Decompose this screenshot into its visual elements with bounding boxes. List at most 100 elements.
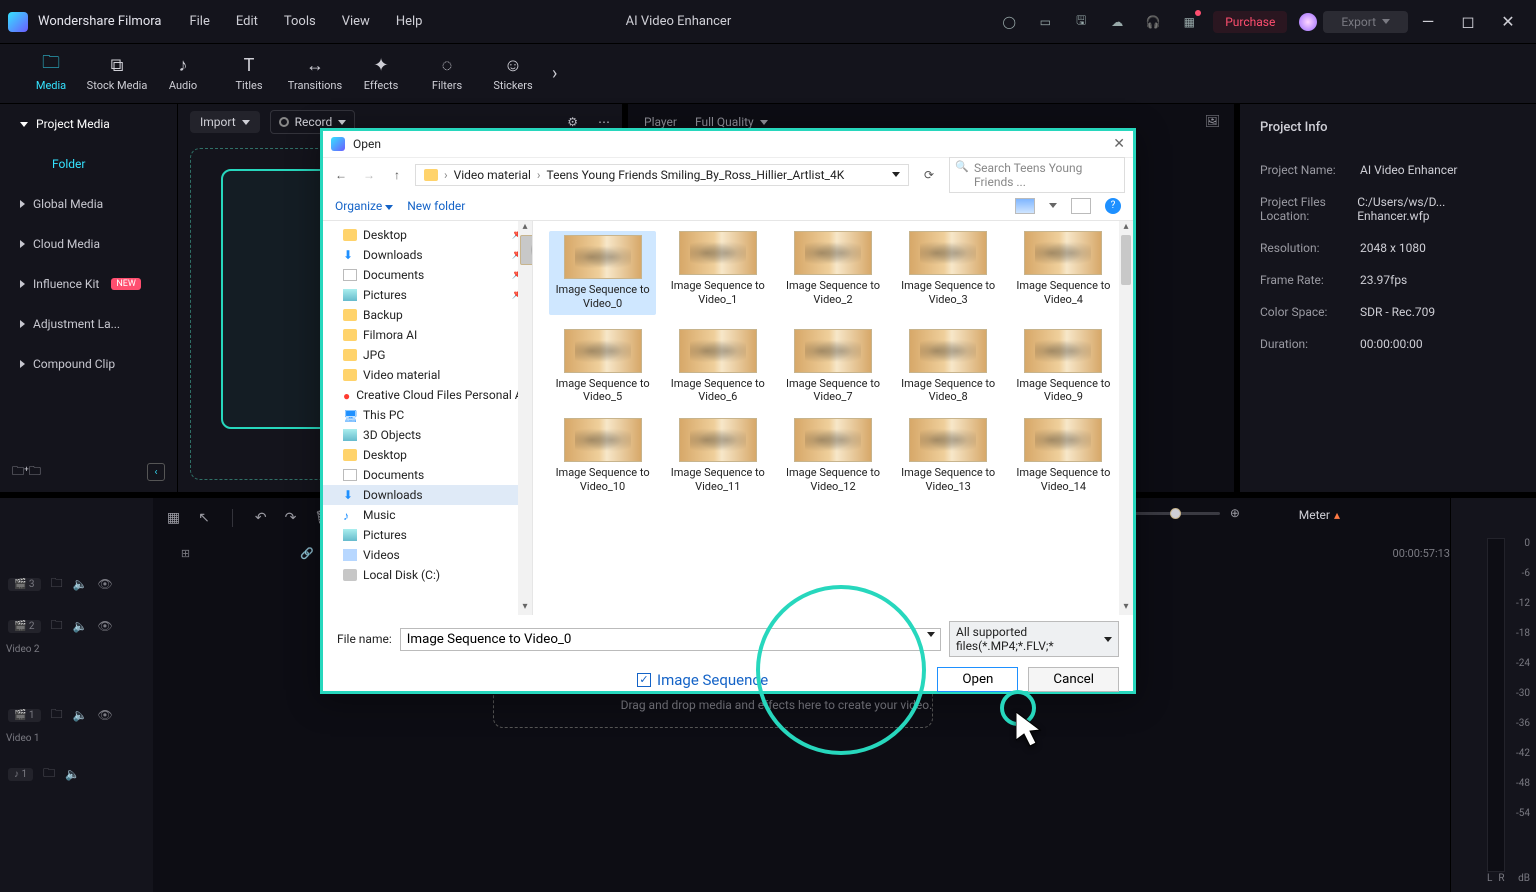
maximize-button[interactable]: ◻ [1448,0,1488,44]
tree-item[interactable]: ♪Music [323,505,532,525]
sidebar-item-adjustment-layer[interactable]: Adjustment La... [0,304,177,344]
files-scrollbar[interactable]: ▴▾ [1119,221,1133,615]
file-type-select[interactable]: All supported files(*.MP4;*.FLV;* [949,621,1119,657]
file-item[interactable]: Image Sequence to Video_11 [664,418,771,494]
tree-item[interactable]: Documents📌 [323,265,532,285]
tree-item[interactable]: Local Disk (C:) [323,565,532,585]
tab-filters[interactable]: ◌Filters [414,55,480,92]
tab-titles[interactable]: TTitles [216,55,282,92]
sidebar-item-global-media[interactable]: Global Media [0,184,177,224]
tab-audio[interactable]: ♪Audio [150,55,216,92]
tree-item[interactable]: JPG [323,345,532,365]
menu-edit[interactable]: Edit [236,14,258,29]
image-sequence-checkbox[interactable]: ✓Image Sequence [637,671,768,689]
import-button[interactable]: Import [190,111,260,133]
zoom-in-icon[interactable]: ⊕ [1230,506,1240,520]
file-name-input[interactable] [400,628,941,651]
new-bin-icon[interactable]: 🗀⁺ [12,462,29,483]
tl-redo-icon[interactable]: ↷ [285,510,297,526]
minimize-button[interactable]: — [1408,0,1448,44]
close-button[interactable]: ✕ [1488,0,1528,44]
menu-tools[interactable]: Tools [284,14,316,29]
open-button[interactable]: Open [937,667,1018,692]
track-head-a1[interactable]: ♪ 1🗀🔈 [0,758,153,790]
organize-menu[interactable]: Organize [335,199,393,213]
tree-item[interactable]: 3D Objects [323,425,532,445]
file-item[interactable]: Image Sequence to Video_6 [664,329,771,405]
tab-stock-media[interactable]: ⧉Stock Media [84,55,150,92]
save-icon[interactable]: 🖫 [1071,12,1091,32]
sidebar-item-project-media[interactable]: Project Media [0,104,177,144]
nav-back-icon[interactable]: ← [331,168,351,182]
tl-meter-label[interactable]: Meter [1299,508,1330,522]
tl-select-icon[interactable]: ↖ [198,510,210,526]
tree-item[interactable]: Pictures [323,525,532,545]
apps-icon[interactable]: ▦ [1179,12,1199,32]
nav-up-icon[interactable]: ↑ [387,168,407,182]
tl-add-track-icon[interactable]: ⊞ [181,547,190,560]
tab-media[interactable]: 🗀Media [18,55,84,92]
headset-icon[interactable]: 🎧 [1143,12,1163,32]
help-icon[interactable]: ? [1105,198,1121,214]
file-item[interactable]: Image Sequence to Video_5 [549,329,656,405]
layout-icon[interactable]: ▭ [1035,12,1055,32]
tree-scrollbar[interactable]: ▴▾ [518,221,532,615]
file-item[interactable]: Image Sequence to Video_0 [549,231,656,315]
collapse-sidebar-icon[interactable]: ‹ [147,463,165,481]
menu-view[interactable]: View [342,14,370,29]
nav-forward-icon[interactable]: → [359,168,379,182]
tree-item[interactable]: ⬇Downloads📌 [323,245,532,265]
tree-item[interactable]: Pictures📌 [323,285,532,305]
tl-link-icon[interactable]: 🔗 [300,547,314,560]
tree-item[interactable]: 🖥This PC [323,405,532,425]
file-item[interactable]: Image Sequence to Video_4 [1010,231,1117,315]
track-head-v1[interactable]: 🎬 1🗀🔈👁 [0,699,153,731]
file-item[interactable]: Image Sequence to Video_3 [895,231,1002,315]
tl-grid-icon[interactable]: ▦ [167,510,180,526]
preview-pane-icon[interactable] [1071,198,1091,214]
track-head-v2[interactable]: 🎬 2🗀🔈👁 [0,610,153,642]
record-screen-icon[interactable]: ◯ [999,12,1019,32]
file-item[interactable]: Image Sequence to Video_8 [895,329,1002,405]
refresh-icon[interactable]: ⟳ [917,168,941,182]
tree-item[interactable]: Desktop📌 [323,225,532,245]
tree-item[interactable]: Desktop [323,445,532,465]
tab-effects[interactable]: ✦Effects [348,55,414,92]
menu-help[interactable]: Help [396,14,423,29]
tree-item[interactable]: ●Creative Cloud Files Personal Accoun [323,385,532,405]
dialog-close-icon[interactable]: ✕ [1113,136,1125,152]
folder-tree[interactable]: Desktop📌⬇Downloads📌Documents📌Pictures📌Ba… [323,221,533,615]
sidebar-item-cloud-media[interactable]: Cloud Media [0,224,177,264]
file-item[interactable]: Image Sequence to Video_1 [664,231,771,315]
avatar[interactable] [1299,13,1317,31]
file-grid[interactable]: Image Sequence to Video_0Image Sequence … [533,221,1133,615]
sidebar-item-influence-kit[interactable]: Influence KitNEW [0,264,177,304]
tree-item[interactable]: Documents [323,465,532,485]
tree-item[interactable]: Filmora AI [323,325,532,345]
snapshot-icon[interactable]: 🖼 [1205,114,1220,128]
tab-transitions[interactable]: ↔Transitions [282,55,348,92]
tab-stickers[interactable]: ☺Stickers [480,55,546,92]
tree-item[interactable]: Videos [323,545,532,565]
tl-undo-icon[interactable]: ↶ [255,510,267,526]
tree-item[interactable]: Backup [323,305,532,325]
search-input[interactable]: Search Teens Young Friends ... [949,157,1125,193]
tree-item[interactable]: ⬇Downloads [323,485,532,505]
export-button[interactable]: Export [1323,11,1408,33]
quality-select[interactable]: Full Quality [695,115,768,129]
cloud-icon[interactable]: ☁ [1107,12,1127,32]
new-folder-button[interactable]: New folder [407,199,465,213]
view-mode-icon[interactable] [1015,198,1035,214]
sidebar-sub-folder[interactable]: Folder [0,144,177,184]
new-folder-icon[interactable]: 🗀 [29,462,41,483]
menu-file[interactable]: File [189,14,209,29]
track-head-v3[interactable]: 🎬 3🗀🔈👁 [0,568,153,600]
sidebar-item-compound-clip[interactable]: Compound Clip [0,344,177,384]
file-item[interactable]: Image Sequence to Video_7 [779,329,886,405]
tabs-more-icon[interactable]: › [552,63,557,84]
purchase-button[interactable]: Purchase [1213,11,1287,33]
file-item[interactable]: Image Sequence to Video_2 [779,231,886,315]
file-item[interactable]: Image Sequence to Video_12 [779,418,886,494]
file-item[interactable]: Image Sequence to Video_13 [895,418,1002,494]
breadcrumb[interactable]: › Video material › Teens Young Friends S… [415,164,909,186]
